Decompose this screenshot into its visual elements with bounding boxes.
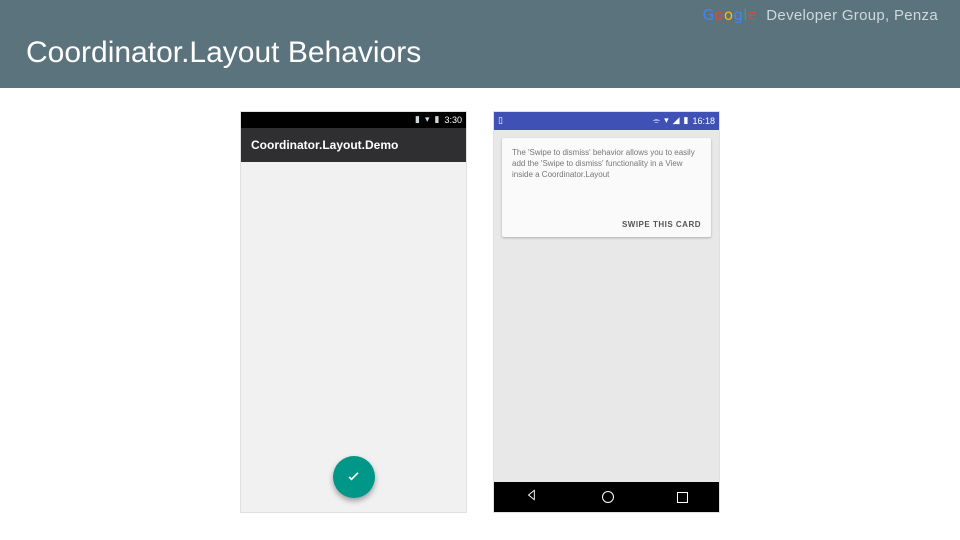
status-time: 3:30 xyxy=(444,115,462,125)
header-branding: Google Developer Group, Penza xyxy=(0,0,960,26)
notification-icon: ▯ xyxy=(498,116,503,126)
battery-icon: ▮ xyxy=(435,115,440,125)
g-letter: o xyxy=(714,6,723,24)
phone-screenshot-1: ▮ ▾ ▮ 3:30 Coordinator.Layout.Demo xyxy=(241,112,466,512)
system-nav-bar xyxy=(494,482,719,512)
phone-screenshot-2: ▯ ⌯ ▾ ◢ ▮ 16:18 The 'Swipe to dismiss' b… xyxy=(494,112,719,512)
card-action-label: SWIPE THIS CARD xyxy=(512,220,701,229)
header-subtitle: Developer Group, Penza xyxy=(766,7,938,24)
g-letter: e xyxy=(748,6,758,24)
battery-icon: ▮ xyxy=(684,116,689,126)
app-body: The 'Swipe to dismiss' behavior allows y… xyxy=(494,130,719,482)
app-bar: Coordinator.Layout.Demo xyxy=(241,128,466,162)
card-description: The 'Swipe to dismiss' behavior allows y… xyxy=(512,148,701,180)
slide: Google Developer Group, Penza Coordinato… xyxy=(0,0,960,540)
app-bar-title: Coordinator.Layout.Demo xyxy=(251,138,398,152)
g-letter: g xyxy=(733,6,743,24)
page-title: Coordinator.Layout Behaviors xyxy=(0,26,960,88)
wifi-icon: ▾ xyxy=(425,115,430,125)
signal-icon: ▮ xyxy=(415,115,420,125)
phones-row: ▮ ▾ ▮ 3:30 Coordinator.Layout.Demo ▯ ⌯ ▾ xyxy=(0,112,960,512)
home-button[interactable] xyxy=(602,491,614,503)
swipe-card[interactable]: The 'Swipe to dismiss' behavior allows y… xyxy=(502,138,711,237)
app-body xyxy=(241,162,466,512)
triangle-back-icon xyxy=(525,488,539,502)
wifi-icon: ▾ xyxy=(664,116,669,126)
back-button[interactable] xyxy=(525,488,539,507)
signal-icon: ◢ xyxy=(673,116,680,126)
fab-button[interactable] xyxy=(333,456,375,498)
check-icon xyxy=(344,467,364,487)
bluetooth-icon: ⌯ xyxy=(653,116,660,126)
recents-button[interactable] xyxy=(677,492,688,503)
slide-header: Google Developer Group, Penza Coordinato… xyxy=(0,0,960,88)
g-letter: G xyxy=(702,6,714,24)
status-time: 16:18 xyxy=(692,116,715,126)
g-letter: o xyxy=(724,6,733,24)
status-bar: ▮ ▾ ▮ 3:30 xyxy=(241,112,466,128)
status-bar: ▯ ⌯ ▾ ◢ ▮ 16:18 xyxy=(494,112,719,130)
google-logo-text: Google xyxy=(702,6,762,24)
